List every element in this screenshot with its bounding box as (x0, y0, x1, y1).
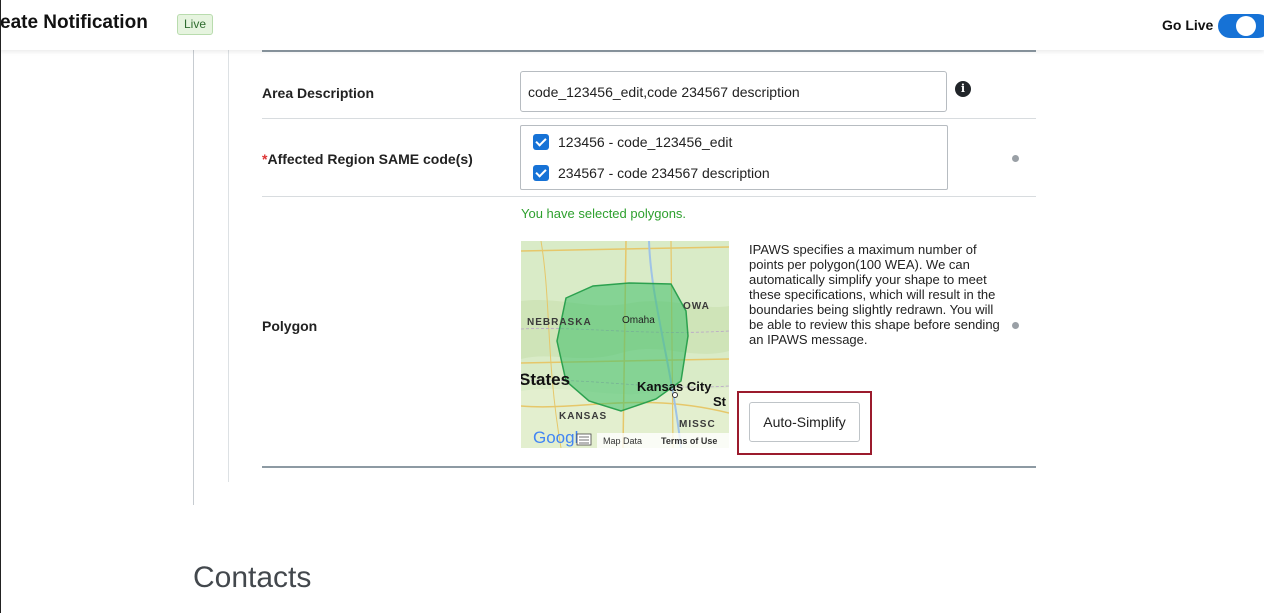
status-badge: Live (177, 14, 214, 35)
contacts-heading: Contacts (193, 561, 312, 594)
checkbox-checked-icon[interactable] (533, 165, 549, 181)
map-label-nebraska: NEBRASKA (527, 317, 592, 328)
polygon-label: Polygon (262, 318, 318, 334)
area-description-label: Area Description (262, 85, 375, 101)
go-live-toggle[interactable] (1218, 14, 1264, 38)
section-divider (262, 466, 1036, 468)
toggle-knob (1236, 16, 1256, 36)
section-divider (262, 50, 1036, 52)
map-label-kansas-city: Kansas City (637, 379, 712, 394)
row-divider (262, 196, 1036, 197)
info-icon[interactable]: i (955, 81, 971, 97)
map-label-st: St (713, 394, 727, 409)
status-dot (1012, 155, 1019, 162)
map-label-iowa: OWA (683, 301, 710, 312)
polygon-selected-message: You have selected polygons. (521, 206, 687, 221)
area-description-input[interactable] (520, 71, 947, 112)
checkbox-checked-icon[interactable] (533, 134, 549, 150)
subsection-rail (228, 50, 229, 482)
region-option-label: 123456 - code_123456_edit (558, 134, 733, 150)
polygon-map[interactable]: NEBRASKA Omaha OWA States Kansas City St… (521, 241, 729, 448)
top-bar: eate Notification Live Go Live (0, 0, 1264, 50)
window-edge (0, 0, 1, 613)
region-option-label: 234567 - code 234567 description (558, 165, 770, 181)
region-option-1[interactable]: 123456 - code_123456_edit (533, 132, 732, 152)
page-title: eate Notification (0, 12, 148, 33)
row-divider (262, 118, 1036, 119)
polygon-description: IPAWS specifies a maximum number of poin… (749, 242, 1000, 347)
status-dot (1012, 322, 1019, 329)
auto-simplify-button[interactable]: Auto-Simplify (749, 402, 860, 442)
map-data-link: Map Data (603, 436, 642, 446)
region-option-2[interactable]: 234567 - code 234567 description (533, 163, 770, 183)
section-rail (193, 50, 194, 505)
map-terms-link: Terms of Use (661, 436, 717, 446)
affected-region-label: *Affected Region SAME code(s) (262, 151, 473, 167)
map-label-missouri: MISSC (679, 419, 716, 430)
affected-region-label-text: Affected Region SAME code(s) (267, 151, 473, 167)
map-label-kansas: KANSAS (559, 411, 607, 422)
go-live-label: Go Live (1162, 17, 1214, 33)
map-label-omaha: Omaha (622, 315, 655, 326)
map-label-states: States (521, 370, 570, 389)
